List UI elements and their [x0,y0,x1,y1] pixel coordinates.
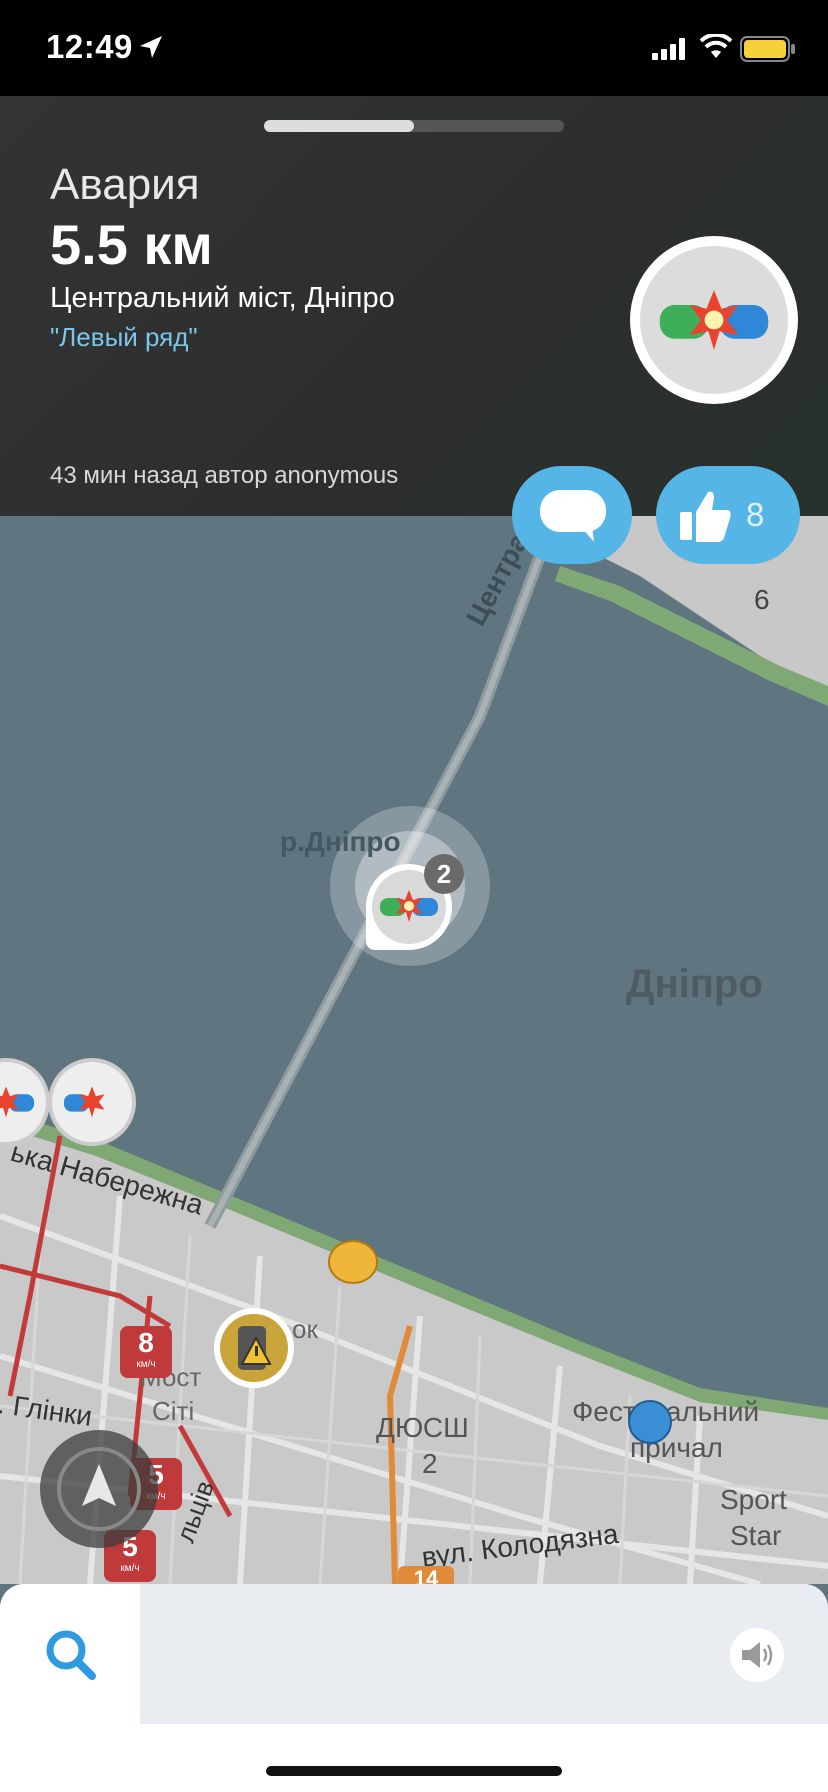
place-label-dyush: ДЮСШ [376,1412,469,1443]
place-label-star: Star [730,1520,782,1551]
place-label-dyush-number: 2 [422,1448,438,1479]
car-crash-icon [0,1086,35,1118]
drag-handle[interactable] [264,120,564,132]
accident-marker[interactable] [48,1058,136,1146]
hazard-marker[interactable] [214,1308,294,1388]
chat-bubble-icon [540,490,606,542]
alert-card[interactable]: Авария 5.5 км Центральний міст, Дніпро "… [0,96,828,516]
wifi-icon [700,34,732,58]
thumbs-up-button[interactable]: 8 [656,466,800,564]
road-hazard-icon [238,1326,272,1370]
wazer-happy-icon [328,1240,378,1284]
alert-street: Центральний міст, Дніпро [50,282,395,314]
alert-type: Авария [50,160,200,209]
bottom-bar [0,1584,828,1792]
search-icon [46,1630,96,1680]
alert-type-badge [630,236,798,404]
place-label-ok: ок [292,1314,318,1344]
cellular-signal-icon [652,38,685,60]
thumbs-up-icon [680,491,731,542]
search-button[interactable] [0,1584,140,1724]
recenter-button[interactable] [40,1430,158,1548]
cluster-count-badge: 2 [424,854,464,894]
sound-button[interactable] [730,1628,784,1682]
accident-cluster-marker[interactable]: 2 [366,854,464,950]
car-crash-icon [63,1086,105,1118]
search-field[interactable] [140,1584,828,1724]
place-label-siti: Сіті [152,1396,195,1426]
car-crash-icon [659,290,769,350]
clock: 12:49 [46,28,133,65]
block-number-label: 6 [754,584,770,615]
status-bar: 12:49 [0,0,828,96]
wazer-blue-icon [628,1400,672,1444]
route-number-sign: 14 [398,1566,454,1584]
river-label: р.Дніпро [280,826,401,857]
battery-icon [740,36,795,62]
like-count: 8 [746,496,765,533]
speed-sign: 8 км/ч [120,1326,172,1378]
place-label-sport: Sport [720,1484,787,1515]
alert-comment: "Левый ряд" [50,322,198,352]
alert-meta: 43 мин назад автор anonymous [50,462,399,489]
location-arrow-icon [140,36,162,58]
home-indicator [266,1766,562,1776]
comment-button[interactable] [512,466,632,564]
speaker-icon [742,1642,773,1668]
navigation-arrow-icon [57,1447,141,1531]
car-crash-icon [380,890,438,922]
city-label: Дніпро [626,962,763,1006]
alert-distance: 5.5 км [50,213,213,276]
